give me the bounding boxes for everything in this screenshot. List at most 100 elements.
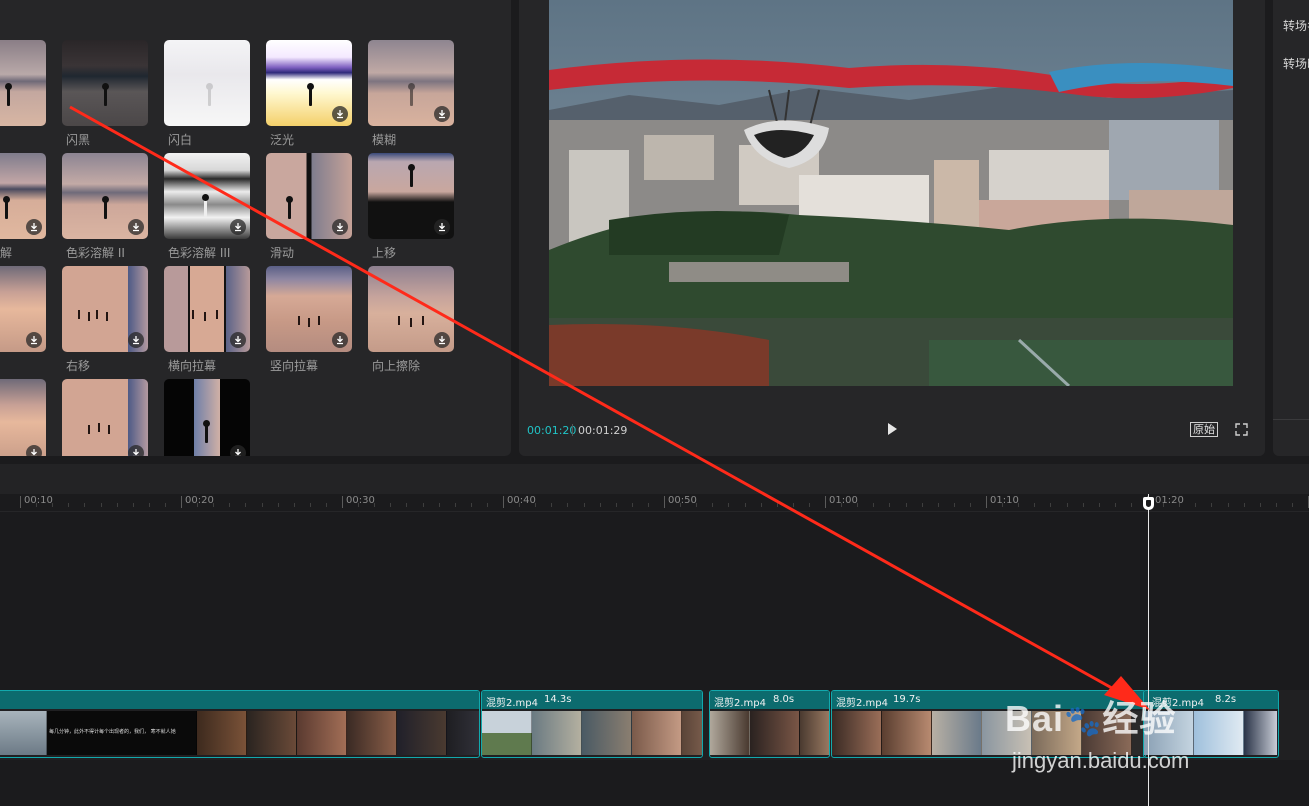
- ruler-major-tick: [20, 496, 21, 508]
- transition-tile[interactable]: [0, 379, 46, 456]
- ruler-minor-tick: [1195, 503, 1196, 507]
- transition-tile-vertical-curtain[interactable]: [266, 266, 352, 352]
- ruler-minor-tick: [1228, 503, 1229, 507]
- ruler-major-tick: [986, 496, 987, 508]
- playhead-handle[interactable]: [1143, 497, 1154, 510]
- download-icon[interactable]: [128, 332, 144, 348]
- clip-name: 混剪2.mp4: [486, 698, 538, 709]
- video-clip[interactable]: 每几分钟，此外不得计每个出现者的，我们， 寒不就人她: [0, 690, 480, 758]
- download-icon[interactable]: [230, 445, 246, 456]
- transition-tile[interactable]: [0, 266, 46, 352]
- ruler-minor-tick: [423, 503, 424, 507]
- ruler-minor-tick: [841, 503, 842, 507]
- ruler-minor-tick: [471, 503, 472, 507]
- download-icon[interactable]: [332, 332, 348, 348]
- ruler-minor-tick: [133, 503, 134, 507]
- transition-tile[interactable]: [0, 153, 46, 239]
- download-icon[interactable]: [230, 219, 246, 235]
- ruler-minor-tick: [728, 503, 729, 507]
- timeline-ruler[interactable]: 00:10 00:20 00:30 00:40 00:50 01:00 01:1…: [0, 494, 1309, 512]
- download-icon[interactable]: [434, 332, 450, 348]
- transition-tile-move-right[interactable]: [62, 266, 148, 352]
- video-clip[interactable]: 混剪2.mp4 14.3s: [481, 690, 703, 758]
- play-icon[interactable]: [885, 421, 899, 437]
- download-icon[interactable]: [26, 445, 42, 456]
- transition-label: 色彩溶解 II: [66, 246, 125, 260]
- ruler-minor-tick: [390, 503, 391, 507]
- transition-tile-wipe-up[interactable]: [368, 266, 454, 352]
- transition-tile[interactable]: [164, 379, 250, 456]
- ruler-minor-tick: [712, 503, 713, 507]
- ruler-label: 01:00: [829, 495, 858, 506]
- video-clip[interactable]: 混剪2.mp4 8.0s: [709, 690, 830, 758]
- ruler-minor-tick: [326, 503, 327, 507]
- ruler-minor-tick: [873, 503, 874, 507]
- transition-label: 滑动: [270, 246, 295, 260]
- ruler-minor-tick: [1179, 503, 1180, 507]
- transition-label: 上移: [372, 246, 397, 260]
- aspect-ratio-button[interactable]: 原始: [1190, 422, 1218, 437]
- download-icon[interactable]: [230, 332, 246, 348]
- download-icon[interactable]: [26, 332, 42, 348]
- ruler-minor-tick: [278, 503, 279, 507]
- transition-tile-move-up[interactable]: [368, 153, 454, 239]
- ruler-minor-tick: [68, 503, 69, 507]
- clip-name: 混剪2.mp4: [714, 698, 766, 709]
- fullscreen-icon[interactable]: [1235, 423, 1248, 436]
- ruler-label: 01:10: [990, 495, 1019, 506]
- download-icon[interactable]: [434, 106, 450, 122]
- transition-tile[interactable]: [0, 40, 46, 126]
- download-icon[interactable]: [128, 445, 144, 456]
- download-icon[interactable]: [26, 219, 42, 235]
- ruler-minor-tick: [906, 503, 907, 507]
- transition-tile-slide[interactable]: [266, 153, 352, 239]
- ruler-minor-tick: [680, 503, 681, 507]
- current-time: 00:01:20: [527, 424, 577, 437]
- total-time: 00:01:29: [578, 424, 628, 437]
- transition-label: 横向拉幕: [168, 359, 217, 373]
- ruler-minor-tick: [358, 503, 359, 507]
- transition-tile-color-dissolve-3[interactable]: [164, 153, 250, 239]
- transition-tile-flash-white[interactable]: [164, 40, 250, 126]
- transition-tile-flash-black[interactable]: [62, 40, 148, 126]
- preview-video-frame[interactable]: [549, 0, 1233, 386]
- transition-library-panel: 闪黑 闪白 泛光 模糊 解 色彩溶解 II 色彩溶解 III 滑动 上移 右移 …: [0, 0, 511, 456]
- ruler-minor-tick: [696, 503, 697, 507]
- transition-tile-horizontal-curtain[interactable]: [164, 266, 250, 352]
- download-icon[interactable]: [332, 219, 348, 235]
- ruler-minor-tick: [84, 503, 85, 507]
- ruler-minor-tick: [165, 503, 166, 507]
- clip-thumbnails: [710, 711, 829, 755]
- download-icon[interactable]: [434, 219, 450, 235]
- ruler-minor-tick: [1099, 503, 1100, 507]
- ruler-major-tick: [503, 496, 504, 508]
- ruler-minor-tick: [52, 503, 53, 507]
- transition-tile-glow[interactable]: [266, 40, 352, 126]
- clip-duration: 8.2s: [1215, 694, 1237, 705]
- transition-label: 色彩溶解 III: [168, 246, 231, 260]
- transition-duration-label: 转场时: [1283, 57, 1309, 71]
- ruler-minor-tick: [777, 503, 778, 507]
- ruler-minor-tick: [600, 503, 601, 507]
- ruler-minor-tick: [439, 503, 440, 507]
- transition-tile[interactable]: [62, 379, 148, 456]
- transition-tile-blur[interactable]: [368, 40, 454, 126]
- ruler-minor-tick: [1131, 503, 1132, 507]
- download-icon[interactable]: [332, 106, 348, 122]
- transition-tile-color-dissolve-2[interactable]: [62, 153, 148, 239]
- download-icon[interactable]: [128, 219, 144, 235]
- ruler-label: 00:50: [668, 495, 697, 506]
- ruler-minor-tick: [1083, 503, 1084, 507]
- ruler-minor-tick: [793, 503, 794, 507]
- ruler-label: 00:30: [346, 495, 375, 506]
- ruler-minor-tick: [1050, 503, 1051, 507]
- ruler-minor-tick: [519, 503, 520, 507]
- transition-label: 闪白: [168, 133, 193, 147]
- ruler-minor-tick: [1244, 503, 1245, 507]
- clip-duration: 14.3s: [544, 694, 572, 705]
- clip-header: 混剪2.mp4 14.3s: [482, 691, 702, 709]
- ruler-minor-tick: [1018, 503, 1019, 507]
- clip-name: 混剪2.mp4: [836, 698, 888, 709]
- ruler-label: 00:40: [507, 495, 536, 506]
- ruler-minor-tick: [229, 503, 230, 507]
